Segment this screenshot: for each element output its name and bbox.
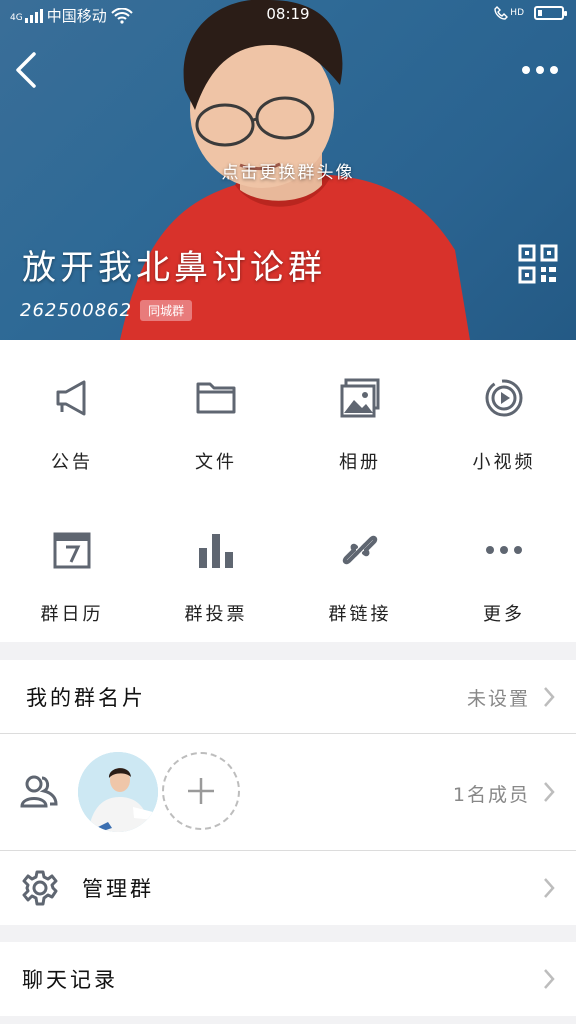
member-avatar-image <box>78 752 158 832</box>
clock: 08:19 <box>266 5 310 23</box>
function-grid: 公告 文件 相册 小视频 群日历 群投票 群链接 更多 <box>0 340 576 642</box>
grid-item-calendar[interactable]: 群日历 <box>0 492 144 642</box>
qr-code-button[interactable] <box>518 244 558 284</box>
grid-item-short-video[interactable]: 小视频 <box>432 340 576 490</box>
link-icon <box>342 535 378 565</box>
chevron-right-icon <box>544 687 555 707</box>
more-dots-icon <box>486 546 522 554</box>
megaphone-icon <box>56 380 86 416</box>
grid-item-link[interactable]: 群链接 <box>288 492 432 642</box>
grid-label: 更多 <box>483 604 525 625</box>
group-id: 262500862 <box>20 300 133 321</box>
calendar-icon <box>53 532 91 569</box>
my-group-card-row[interactable]: 我的群名片 未设置 <box>0 660 576 734</box>
chevron-right-icon <box>544 878 555 898</box>
more-dot <box>550 66 558 74</box>
qr-code-icon <box>518 244 558 284</box>
gear-icon <box>22 870 58 906</box>
grid-label: 文件 <box>195 452 237 473</box>
grid-item-album[interactable]: 相册 <box>288 340 432 490</box>
member-avatar[interactable] <box>78 752 158 832</box>
battery-level <box>538 10 542 16</box>
grid-item-more[interactable]: 更多 <box>432 492 576 642</box>
bar-chart-icon <box>199 534 233 568</box>
my-group-card-value: 未设置 <box>466 688 530 710</box>
chevron-left-icon <box>16 52 36 88</box>
member-count: 1名成员 <box>452 784 530 806</box>
status-bar: 4G 中国移动 08:19 HD <box>0 0 576 30</box>
grid-item-vote[interactable]: 群投票 <box>144 492 288 642</box>
hd-label: HD <box>510 8 524 18</box>
chevron-right-icon <box>544 782 555 802</box>
chat-history-label: 聊天记录 <box>22 968 118 992</box>
members-row[interactable]: 1名成员 <box>0 734 576 850</box>
add-member-button[interactable] <box>162 752 240 830</box>
more-options-button[interactable] <box>518 56 562 84</box>
manage-group-label: 管理群 <box>82 877 154 901</box>
my-group-card-label: 我的群名片 <box>26 686 146 710</box>
photo-album-icon <box>340 378 380 418</box>
chat-history-row[interactable]: 聊天记录 <box>0 942 576 1016</box>
hd-call-icon: HD <box>494 6 524 20</box>
manage-group-row[interactable]: 管理群 <box>0 851 576 925</box>
group-cover-photo[interactable]: 4G 中国移动 08:19 HD 点击更换群头像 放开我北鼻讨论群 262500… <box>0 0 576 340</box>
chevron-right-icon <box>544 969 555 989</box>
grid-label: 群日历 <box>40 604 104 625</box>
grid-item-files[interactable]: 文件 <box>144 340 288 490</box>
change-avatar-link[interactable]: 点击更换群头像 <box>0 158 576 183</box>
battery-icon <box>534 6 567 20</box>
plus-icon <box>188 778 214 804</box>
grid-item-announcement[interactable]: 公告 <box>0 340 144 490</box>
grid-label: 公告 <box>51 452 93 473</box>
members-icon <box>20 775 58 808</box>
grid-label: 小视频 <box>472 452 536 473</box>
group-name: 放开我北鼻讨论群 <box>22 248 326 288</box>
more-dot <box>536 66 544 74</box>
video-play-icon <box>485 379 523 417</box>
group-id-row: 262500862 同城群 <box>20 300 193 321</box>
city-group-badge: 同城群 <box>140 300 193 321</box>
grid-label: 群链接 <box>328 604 392 625</box>
more-dot <box>522 66 530 74</box>
folder-icon <box>196 382 236 414</box>
back-button[interactable] <box>10 50 46 90</box>
grid-label: 群投票 <box>184 604 248 625</box>
grid-label: 相册 <box>339 452 381 473</box>
